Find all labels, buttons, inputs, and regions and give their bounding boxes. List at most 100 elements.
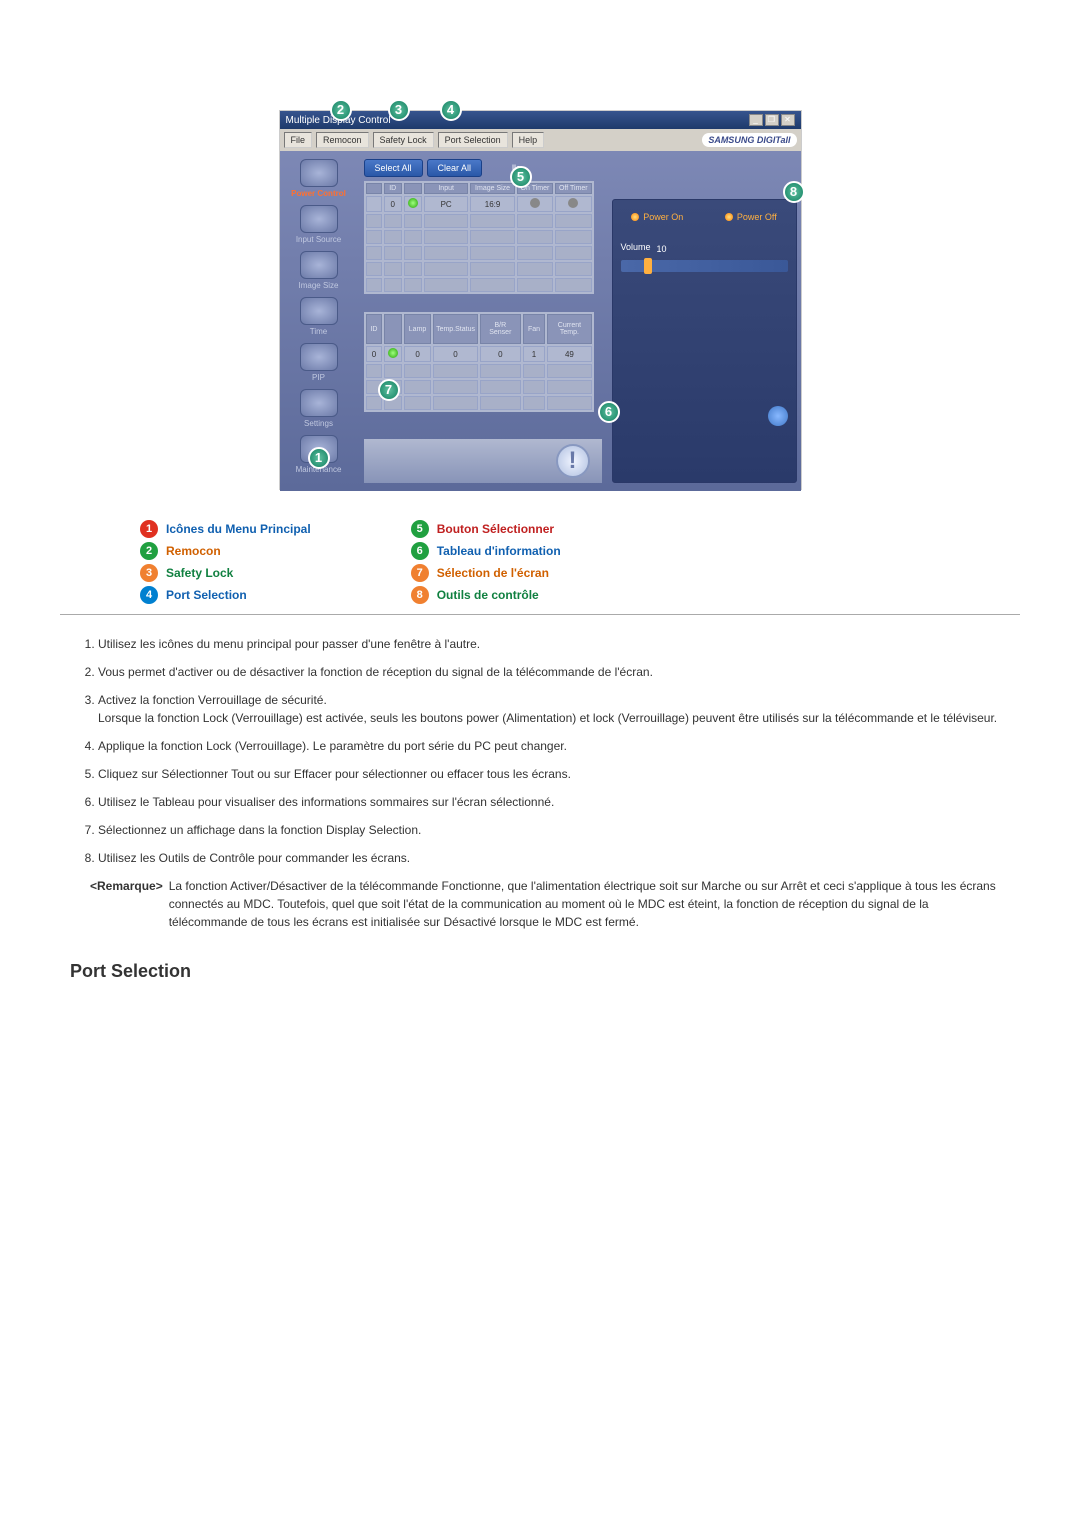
- col-lamp: Lamp: [404, 314, 431, 344]
- legend-num: 7: [411, 564, 429, 582]
- remark-text: La fonction Activer/Désactiver de la tél…: [169, 877, 1000, 931]
- table-row[interactable]: 0 0 0 0 1 49: [366, 346, 592, 362]
- brand-logo: SAMSUNG DIGITall: [702, 133, 796, 147]
- display-table[interactable]: ID Input Image Size On Timer Off Timer 0…: [364, 181, 594, 294]
- list-item: Utilisez les Outils de Contrôle pour com…: [98, 849, 1000, 867]
- list-item: Activez la fonction Verrouillage de sécu…: [98, 691, 1000, 727]
- legend-num: 6: [411, 542, 429, 560]
- table-header-row: ID Lamp Temp.Status B/R Senser Fan Curre…: [366, 314, 592, 344]
- legend-text: Tableau d'information: [437, 544, 561, 558]
- titlebar: Multiple Display Control _ ❐ ✕: [280, 111, 801, 129]
- legend-num: 1: [140, 520, 158, 538]
- callout-2: 2: [330, 99, 352, 121]
- power-icon: [300, 159, 338, 187]
- cell-id: 0: [384, 196, 402, 212]
- remark: <Remarque> La fonction Activer/Désactive…: [90, 877, 1000, 931]
- callout-8: 8: [783, 181, 805, 203]
- legend-text: Outils de contrôle: [437, 588, 539, 602]
- window-buttons: _ ❐ ✕: [749, 114, 795, 126]
- list-item: Sélectionnez un affichage dans la foncti…: [98, 821, 1000, 839]
- power-on-button[interactable]: Power On: [631, 212, 683, 222]
- list-item: Utilisez le Tableau pour visualiser des …: [98, 793, 1000, 811]
- legend-item: 6 Tableau d'information: [411, 542, 561, 560]
- remark-label: <Remarque>: [90, 877, 163, 931]
- callout-1: 1: [308, 447, 330, 469]
- info-table[interactable]: ID Lamp Temp.Status B/R Senser Fan Curre…: [364, 312, 594, 412]
- menubar: File Remocon Safety Lock Port Selection …: [280, 129, 801, 151]
- restore-button[interactable]: ❐: [765, 114, 779, 126]
- legend-text: Port Selection: [166, 588, 247, 602]
- table-row: [366, 230, 592, 244]
- sidebar-item-pip[interactable]: PIP: [289, 341, 349, 383]
- col-status: [404, 183, 422, 194]
- legend-item: 1 Icônes du Menu Principal: [140, 520, 311, 538]
- speaker-icon[interactable]: [768, 406, 788, 426]
- legend-num: 5: [411, 520, 429, 538]
- divider: [60, 614, 1020, 615]
- table-row: [366, 278, 592, 292]
- legend-text: Remocon: [166, 544, 221, 558]
- callout-4: 4: [440, 99, 462, 121]
- col-temp-status: Temp.Status: [433, 314, 478, 344]
- sidebar-item-power-control[interactable]: Power Control: [289, 157, 349, 199]
- menu-safety-lock[interactable]: Safety Lock: [373, 132, 434, 148]
- legend-item: 7 Sélection de l'écran: [411, 564, 561, 582]
- clear-all-button[interactable]: Clear All: [427, 159, 483, 177]
- volume-thumb[interactable]: [644, 258, 652, 274]
- cell-id: 0: [366, 346, 383, 362]
- power-off-button[interactable]: Power Off: [725, 212, 777, 222]
- list-item: Applique la fonction Lock (Verrouillage)…: [98, 737, 1000, 755]
- minimize-button[interactable]: _: [749, 114, 763, 126]
- menu-remocon[interactable]: Remocon: [316, 132, 369, 148]
- select-all-button[interactable]: Select All: [364, 159, 423, 177]
- sidebar-item-time[interactable]: Time: [289, 295, 349, 337]
- legend-item: 3 Safety Lock: [140, 564, 311, 582]
- sidebar: Power Control Input Source Image Size Ti…: [280, 151, 358, 491]
- sidebar-item-settings[interactable]: Settings: [289, 387, 349, 429]
- col-off-timer: Off Timer: [555, 183, 591, 194]
- legend-item: 8 Outils de contrôle: [411, 586, 561, 604]
- status-green-icon: [408, 198, 418, 208]
- info-icon[interactable]: !: [556, 444, 590, 478]
- menu-file[interactable]: File: [284, 132, 313, 148]
- settings-icon: [300, 389, 338, 417]
- time-icon: [300, 297, 338, 325]
- table-row: [366, 364, 592, 378]
- callout-6: 6: [598, 401, 620, 423]
- status-gray-icon: [568, 198, 578, 208]
- menu-port-selection[interactable]: Port Selection: [438, 132, 508, 148]
- table-header-row: ID Input Image Size On Timer Off Timer: [366, 183, 592, 194]
- cell-lamp: 0: [404, 346, 431, 362]
- volume-label: Volume: [621, 242, 651, 252]
- cell-ct: 49: [547, 346, 591, 362]
- legend-text: Bouton Sélectionner: [437, 522, 554, 536]
- volume-slider[interactable]: [621, 260, 788, 272]
- sidebar-item-input-source[interactable]: Input Source: [289, 203, 349, 245]
- callout-3: 3: [388, 99, 410, 121]
- sidebar-item-label: Image Size: [298, 281, 338, 290]
- main-area: Select All Clear All lle ID Input Image …: [358, 151, 608, 491]
- col-image-size: Image Size: [470, 183, 514, 194]
- section-heading: Port Selection: [70, 961, 1020, 982]
- callout-5: 5: [510, 166, 532, 188]
- sidebar-item-image-size[interactable]: Image Size: [289, 249, 349, 291]
- close-button[interactable]: ✕: [781, 114, 795, 126]
- description-list: Utilisez les icônes du menu principal po…: [80, 635, 1000, 931]
- col-current-temp: Current Temp.: [547, 314, 591, 344]
- cell-temp-status: 0: [433, 346, 478, 362]
- sidebar-item-label: Input Source: [296, 235, 341, 244]
- legend-num: 3: [140, 564, 158, 582]
- sidebar-item-label: Settings: [304, 419, 333, 428]
- legend-num: 2: [140, 542, 158, 560]
- sidebar-item-label: PIP: [312, 373, 325, 382]
- menu-help[interactable]: Help: [512, 132, 545, 148]
- list-item: Utilisez les icônes du menu principal po…: [98, 635, 1000, 653]
- table-row: [366, 246, 592, 260]
- cell-image-size: 16:9: [470, 196, 514, 212]
- table-row[interactable]: 0 PC 16:9: [366, 196, 592, 212]
- legend-text: Safety Lock: [166, 566, 233, 580]
- legend-text: Icônes du Menu Principal: [166, 522, 311, 536]
- legend-num: 8: [411, 586, 429, 604]
- legend: 1 Icônes du Menu Principal 2 Remocon 3 S…: [140, 520, 940, 604]
- image-size-icon: [300, 251, 338, 279]
